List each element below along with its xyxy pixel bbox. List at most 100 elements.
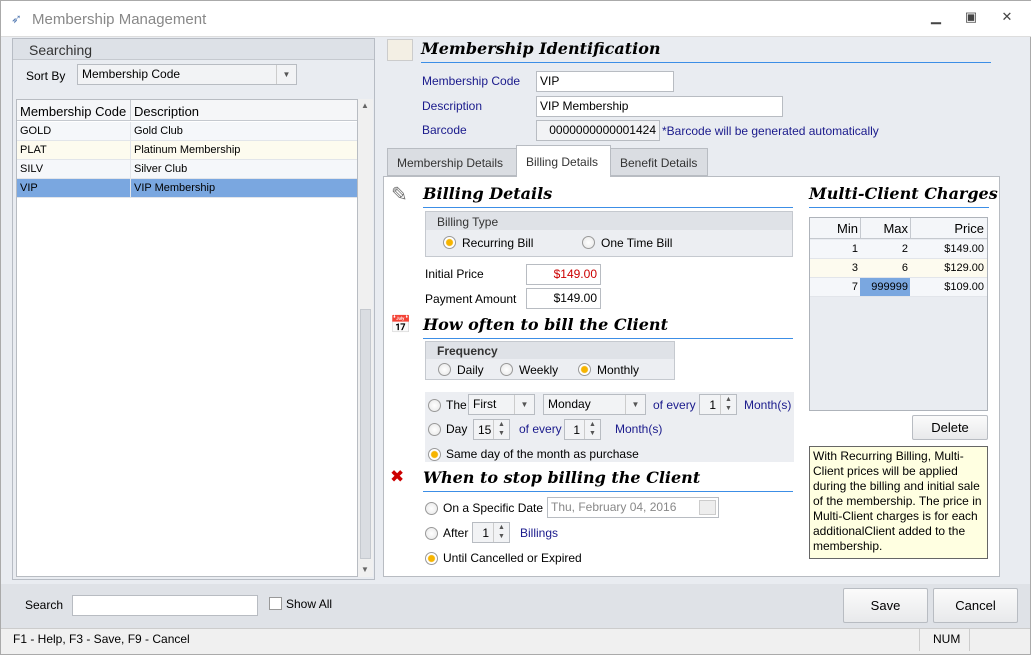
after-radio[interactable] <box>425 527 438 540</box>
tab-benefit-details[interactable]: Benefit Details <box>610 148 708 176</box>
description-cell: Silver Club <box>134 163 188 175</box>
until-cancelled-radio[interactable] <box>425 552 438 565</box>
scrollbar-thumb[interactable] <box>360 309 371 559</box>
daily-radio[interactable] <box>438 363 451 376</box>
column-header-price[interactable]: Price <box>954 221 984 236</box>
stop-title: When to stop billing the Client <box>423 468 701 487</box>
of-every-label: of every <box>653 398 696 412</box>
max-cell[interactable]: 2 <box>902 243 908 255</box>
sort-by-select[interactable]: Membership Code ▼ <box>77 64 297 85</box>
list-scrollbar[interactable]: ▲ ▼ <box>358 99 373 577</box>
description-cell: VIP Membership <box>134 182 216 194</box>
column-header-code[interactable]: Membership Code <box>20 104 126 119</box>
stop-date-input[interactable]: Thu, February 04, 2016 <box>547 497 719 518</box>
column-header-max[interactable]: Max <box>883 221 908 236</box>
monthly-options: The First ▼ Monday ▼ of every 1 ▲ ▼ Month(s)… <box>425 392 794 462</box>
after-billings-spinner[interactable]: 1 ▲ ▼ <box>472 522 510 543</box>
window-title: Membership Management <box>32 11 207 28</box>
min-cell[interactable]: 1 <box>852 243 858 255</box>
search-input[interactable] <box>72 595 258 616</box>
of-every-label: of every <box>519 422 562 436</box>
ordinal-select[interactable]: First ▼ <box>468 394 535 415</box>
list-item[interactable]: GOLD Gold Club <box>17 122 357 141</box>
max-cell[interactable]: 999999 <box>871 281 908 293</box>
same-day-radio[interactable] <box>428 448 441 461</box>
monthly-radio[interactable] <box>578 363 591 376</box>
day-label: Day <box>446 422 468 436</box>
description-input[interactable]: VIP Membership <box>536 96 783 117</box>
edit-document-icon: ✎ <box>391 184 408 206</box>
tab-membership-details[interactable]: Membership Details <box>387 148 517 176</box>
specific-date-label: On a Specific Date <box>443 501 544 515</box>
day-option-radio[interactable] <box>428 423 441 436</box>
until-cancelled-label: Until Cancelled or Expired <box>443 551 582 565</box>
description-label: Description <box>422 99 483 113</box>
payment-amount-label: Payment Amount <box>425 292 517 306</box>
specific-date-radio[interactable] <box>425 502 438 515</box>
search-label: Search <box>25 598 64 612</box>
after-label: After <box>443 526 469 540</box>
search-panel-title: Searching <box>29 42 93 58</box>
calendar-cancel-icon: ✖ <box>390 467 405 486</box>
price-cell[interactable]: $109.00 <box>944 281 984 293</box>
charge-row[interactable]: 7 999999 $109.00 <box>810 278 987 297</box>
barcode-label: Barcode <box>422 123 467 137</box>
months-label: Month(s) <box>615 422 663 436</box>
list-item[interactable]: VIP VIP Membership <box>17 179 357 198</box>
multi-client-note: With Recurring Billing, Multi-Client pri… <box>809 446 988 559</box>
day-spinner[interactable]: 15 ▲ ▼ <box>473 419 510 440</box>
weekday-select[interactable]: Monday ▼ <box>543 394 646 415</box>
column-header-description[interactable]: Description <box>134 104 199 119</box>
multi-client-title: Multi-Client Charges <box>809 184 998 203</box>
frequency-group: Frequency Daily Weekly Monthly <box>425 341 675 380</box>
chevron-down-icon: ▼ <box>276 65 296 84</box>
min-cell[interactable]: 7 <box>852 281 858 293</box>
barcode-note: *Barcode will be generated automatically <box>662 124 879 138</box>
the-interval-spinner[interactable]: 1 ▲ ▼ <box>699 394 737 415</box>
daily-label: Daily <box>457 363 484 377</box>
identification-title: Membership Identification <box>421 39 661 58</box>
one-time-bill-label: One Time Bill <box>601 236 673 250</box>
weekly-radio[interactable] <box>500 363 513 376</box>
search-panel: Searching Sort By Membership Code ▼ Membe… <box>12 38 375 580</box>
minimize-button[interactable]: ▁ <box>926 9 946 29</box>
one-time-bill-radio[interactable] <box>582 236 595 249</box>
list-item[interactable]: PLAT Platinum Membership <box>17 141 357 160</box>
recurring-bill-radio[interactable] <box>443 236 456 249</box>
price-cell[interactable]: $129.00 <box>944 262 984 274</box>
billing-tab-content: ✎ Billing Details Billing Type Recurring… <box>383 176 1000 577</box>
day-interval-spinner[interactable]: 1 ▲ ▼ <box>564 419 601 440</box>
the-label: The <box>446 398 467 412</box>
barcode-input: 0000000000001424 <box>536 120 660 141</box>
charge-row[interactable]: 3 6 $129.00 <box>810 259 987 278</box>
payment-amount-input[interactable]: $149.00 <box>526 288 601 309</box>
cancel-button[interactable]: Cancel <box>933 588 1018 623</box>
months-label: Month(s) <box>744 398 792 412</box>
tab-billing-details[interactable]: Billing Details <box>516 145 611 177</box>
calendar-dropdown-icon[interactable] <box>699 500 716 515</box>
save-button[interactable]: Save <box>843 588 928 623</box>
sort-by-value: Membership Code <box>82 67 181 81</box>
membership-code-input[interactable]: VIP <box>536 71 674 92</box>
footer-bar: Search Show All Save Cancel <box>1 584 1030 628</box>
the-option-radio[interactable] <box>428 399 441 412</box>
max-cell[interactable]: 6 <box>902 262 908 274</box>
show-all-checkbox[interactable] <box>269 597 282 610</box>
recurring-bill-label: Recurring Bill <box>462 236 534 250</box>
close-button[interactable]: ✕ <box>997 9 1017 29</box>
num-lock-indicator: NUM <box>933 632 961 646</box>
initial-price-input[interactable]: $149.00 <box>526 264 601 285</box>
description-cell: Gold Club <box>134 125 183 137</box>
column-header-min[interactable]: Min <box>837 221 858 236</box>
initial-price-label: Initial Price <box>425 267 484 281</box>
maximize-button[interactable]: ▣ <box>961 9 981 29</box>
delete-button[interactable]: Delete <box>912 415 988 440</box>
description-cell: Platinum Membership <box>134 144 241 156</box>
list-item[interactable]: SILV Silver Club <box>17 160 357 179</box>
price-cell[interactable]: $149.00 <box>944 243 984 255</box>
charge-row[interactable]: 1 2 $149.00 <box>810 240 987 259</box>
min-cell[interactable]: 3 <box>852 262 858 274</box>
billing-type-group: Billing Type Recurring Bill One Time Bil… <box>425 211 793 257</box>
membership-code-cell: SILV <box>20 163 44 175</box>
title-bar: ➶ Membership Management ▁ ▣ ✕ <box>1 1 1031 37</box>
